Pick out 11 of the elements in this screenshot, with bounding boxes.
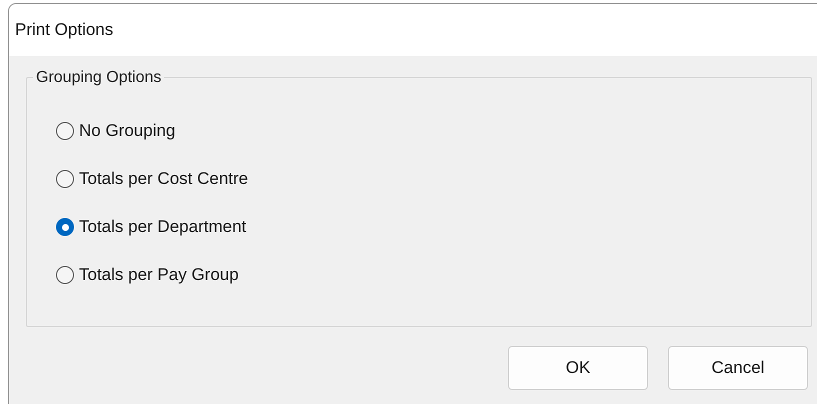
dialog-button[interactable]: Cancel [668,346,808,390]
radio-option[interactable]: No Grouping [56,120,176,142]
radio-option[interactable]: Totals per Cost Centre [56,168,248,190]
radio-option[interactable]: Totals per Department [56,216,246,238]
radio-button[interactable] [56,266,74,284]
radio-button[interactable] [56,170,74,188]
radio-option[interactable]: Totals per Pay Group [56,264,239,286]
window-title: Print Options [15,19,114,42]
radio-button[interactable] [56,218,74,236]
radio-button[interactable] [56,122,74,140]
dialog-button[interactable]: OK [508,346,648,390]
